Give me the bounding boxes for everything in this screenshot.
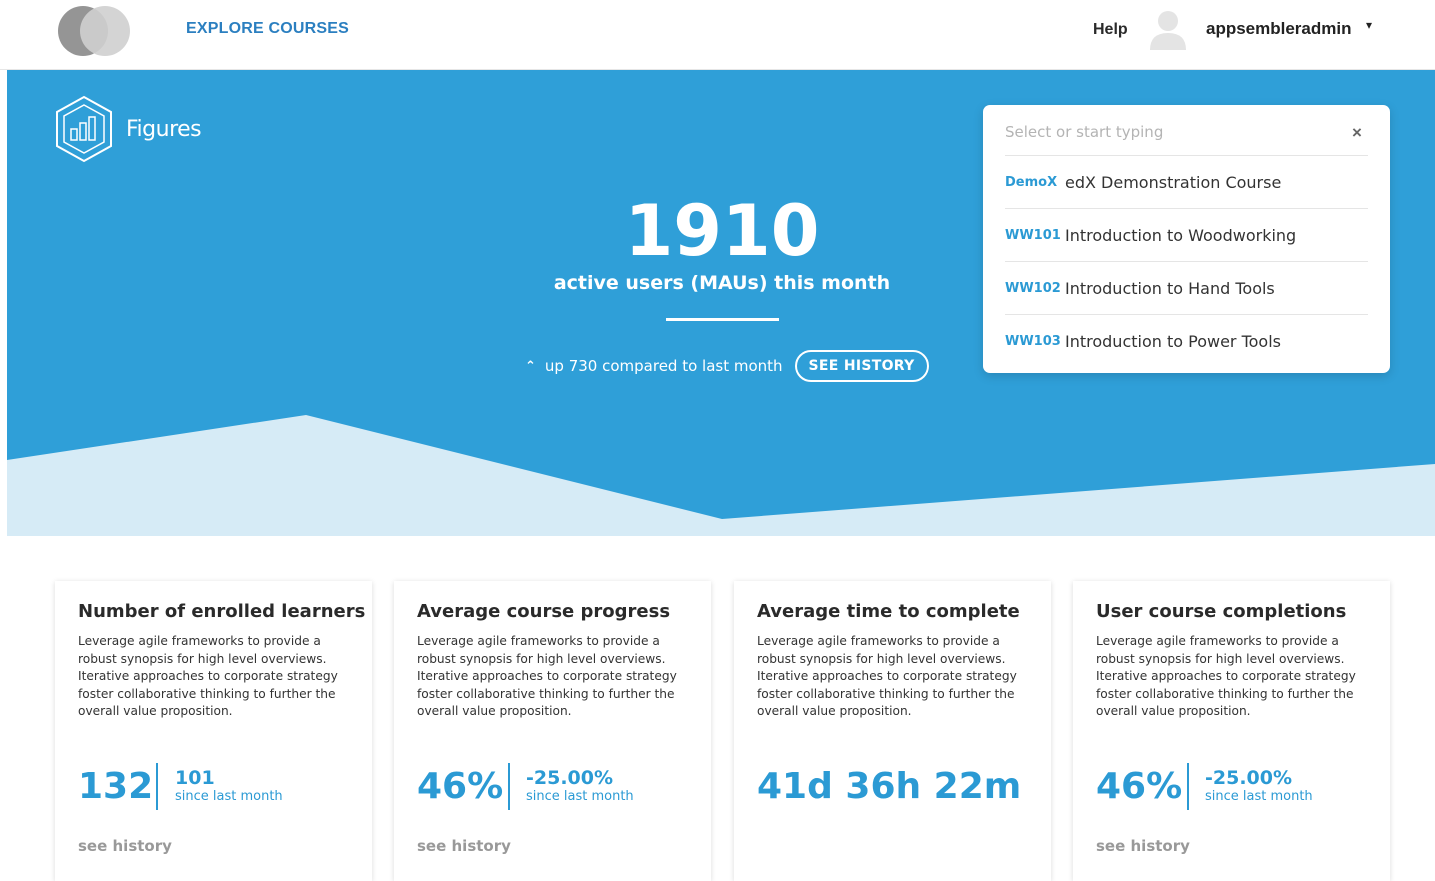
stat-card-course-progress: Average course progress Leverage agile f… bbox=[394, 581, 711, 881]
course-name: Introduction to Woodworking bbox=[1065, 225, 1297, 245]
hero-section: Figures 1910 active users (MAUs) this mo… bbox=[7, 70, 1435, 536]
course-code: DemoX bbox=[1005, 174, 1058, 190]
logo-circle-light bbox=[80, 6, 130, 56]
brand-name: Figures bbox=[126, 116, 202, 142]
see-history-button[interactable]: SEE HISTORY bbox=[794, 350, 929, 382]
course-option-list: DemoX edX Demonstration Course WW101 Int… bbox=[1005, 155, 1368, 367]
card-description: Leverage agile frameworks to provide a r… bbox=[757, 634, 1017, 719]
explore-courses-link[interactable]: EXPLORE COURSES bbox=[186, 20, 349, 38]
user-menu-chevron-down-icon[interactable]: ▾ bbox=[1366, 18, 1372, 32]
figures-brand[interactable]: Figures bbox=[54, 95, 202, 163]
card-title: User course completions bbox=[1096, 601, 1347, 622]
card-description: Leverage agile frameworks to provide a r… bbox=[417, 634, 677, 719]
card-description: Leverage agile frameworks to provide a r… bbox=[1096, 634, 1356, 719]
course-select-dropdown: × DemoX edX Demonstration Course WW101 I… bbox=[983, 105, 1390, 373]
card-title: Average time to complete bbox=[757, 601, 1020, 622]
see-history-link[interactable]: see history bbox=[417, 837, 511, 855]
stat-card-enrolled-learners: Number of enrolled learners Leverage agi… bbox=[55, 581, 372, 881]
course-code: WW103 bbox=[1005, 333, 1061, 349]
card-delta-label: since last month bbox=[1205, 789, 1313, 804]
username[interactable]: appsembleradmin bbox=[1206, 19, 1352, 39]
card-delta-label: since last month bbox=[526, 789, 634, 804]
site-logo[interactable] bbox=[58, 6, 134, 56]
card-delta: -25.00% bbox=[526, 767, 614, 789]
course-name: Introduction to Hand Tools bbox=[1065, 278, 1275, 298]
card-description: Leverage agile frameworks to provide a r… bbox=[78, 634, 338, 719]
course-option[interactable]: WW102 Introduction to Hand Tools bbox=[1005, 261, 1368, 314]
card-delta: -25.00% bbox=[1205, 767, 1293, 789]
clear-close-icon[interactable]: × bbox=[1352, 123, 1362, 143]
card-value: 46% bbox=[1096, 766, 1183, 807]
mau-comparison: ⌃ up 730 compared to last month SEE HIST… bbox=[525, 350, 929, 382]
course-search-input[interactable] bbox=[1005, 122, 1345, 142]
stat-card-time-to-complete: Average time to complete Leverage agile … bbox=[734, 581, 1051, 881]
hero-divider bbox=[666, 318, 779, 321]
see-history-link[interactable]: see history bbox=[1096, 837, 1190, 855]
top-nav: EXPLORE COURSES Help appsembleradmin ▾ bbox=[0, 0, 1435, 70]
figures-logo-icon bbox=[56, 95, 112, 163]
value-separator bbox=[508, 763, 510, 810]
stat-card-course-completions: User course completions Leverage agile f… bbox=[1073, 581, 1390, 881]
card-delta-label: since last month bbox=[175, 789, 283, 804]
card-delta: 101 bbox=[175, 767, 215, 789]
card-value: 132 bbox=[78, 766, 154, 807]
card-title: Average course progress bbox=[417, 601, 671, 622]
value-separator bbox=[156, 763, 158, 810]
help-link[interactable]: Help bbox=[1093, 21, 1128, 39]
user-avatar-icon[interactable] bbox=[1148, 8, 1188, 50]
course-option[interactable]: DemoX edX Demonstration Course bbox=[1005, 155, 1368, 208]
see-history-link[interactable]: see history bbox=[78, 837, 172, 855]
value-separator bbox=[1187, 763, 1189, 810]
card-value: 41d 36h 22m bbox=[757, 766, 1022, 807]
comparison-text: up 730 compared to last month bbox=[544, 357, 783, 375]
double-chevron-up-icon: ⌃ bbox=[525, 358, 536, 374]
card-value: 46% bbox=[417, 766, 504, 807]
course-option[interactable]: WW101 Introduction to Woodworking bbox=[1005, 208, 1368, 261]
course-code: WW102 bbox=[1005, 280, 1061, 296]
course-name: edX Demonstration Course bbox=[1065, 172, 1282, 192]
course-option[interactable]: WW103 Introduction to Power Tools bbox=[1005, 314, 1368, 367]
course-code: WW101 bbox=[1005, 227, 1061, 243]
course-name: Introduction to Power Tools bbox=[1065, 331, 1281, 351]
card-title: Number of enrolled learners bbox=[78, 601, 366, 622]
